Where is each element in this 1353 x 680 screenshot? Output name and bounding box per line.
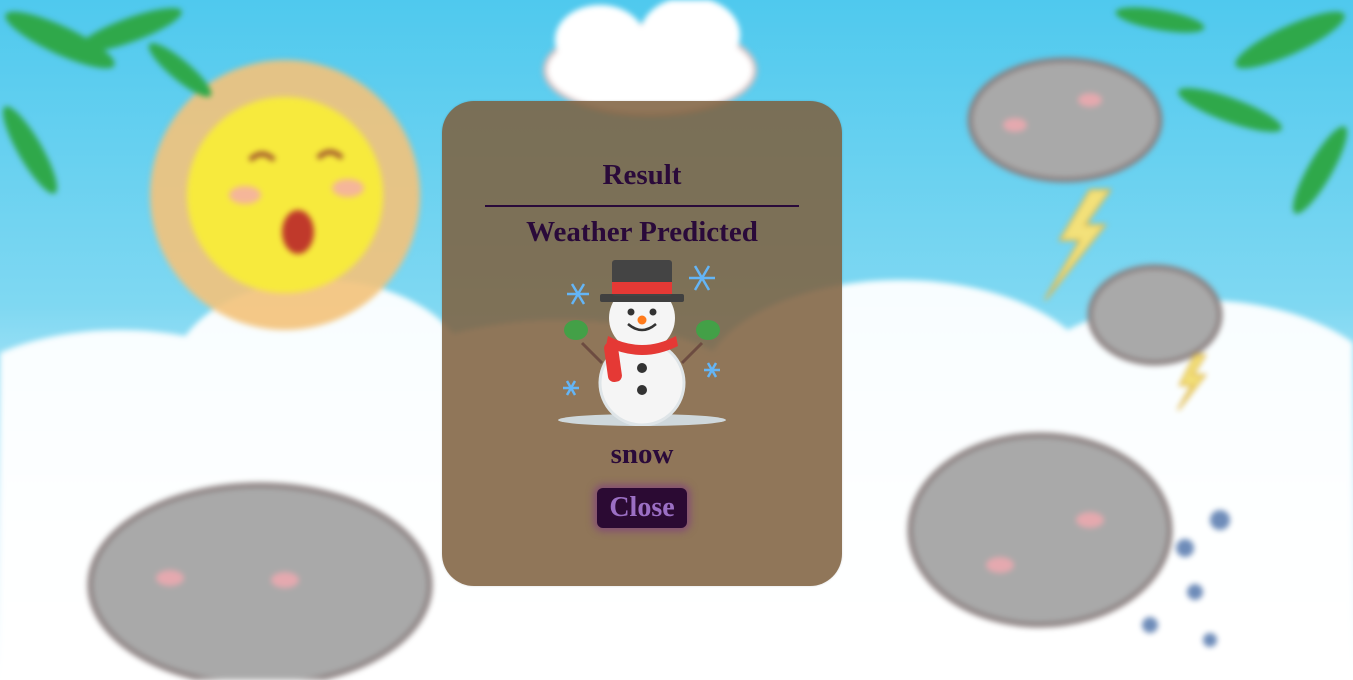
result-modal: Result Weather Predicted snow Close	[442, 101, 842, 586]
close-button[interactable]: Close	[597, 488, 687, 528]
sun-icon	[150, 60, 420, 330]
modal-subtitle: Weather Predicted	[526, 216, 758, 248]
snowman-icon	[558, 260, 726, 426]
modal-title: Result	[602, 159, 682, 191]
cloud-icon	[543, 0, 757, 117]
title-divider	[485, 205, 799, 207]
predicted-weather-label: snow	[610, 438, 674, 470]
